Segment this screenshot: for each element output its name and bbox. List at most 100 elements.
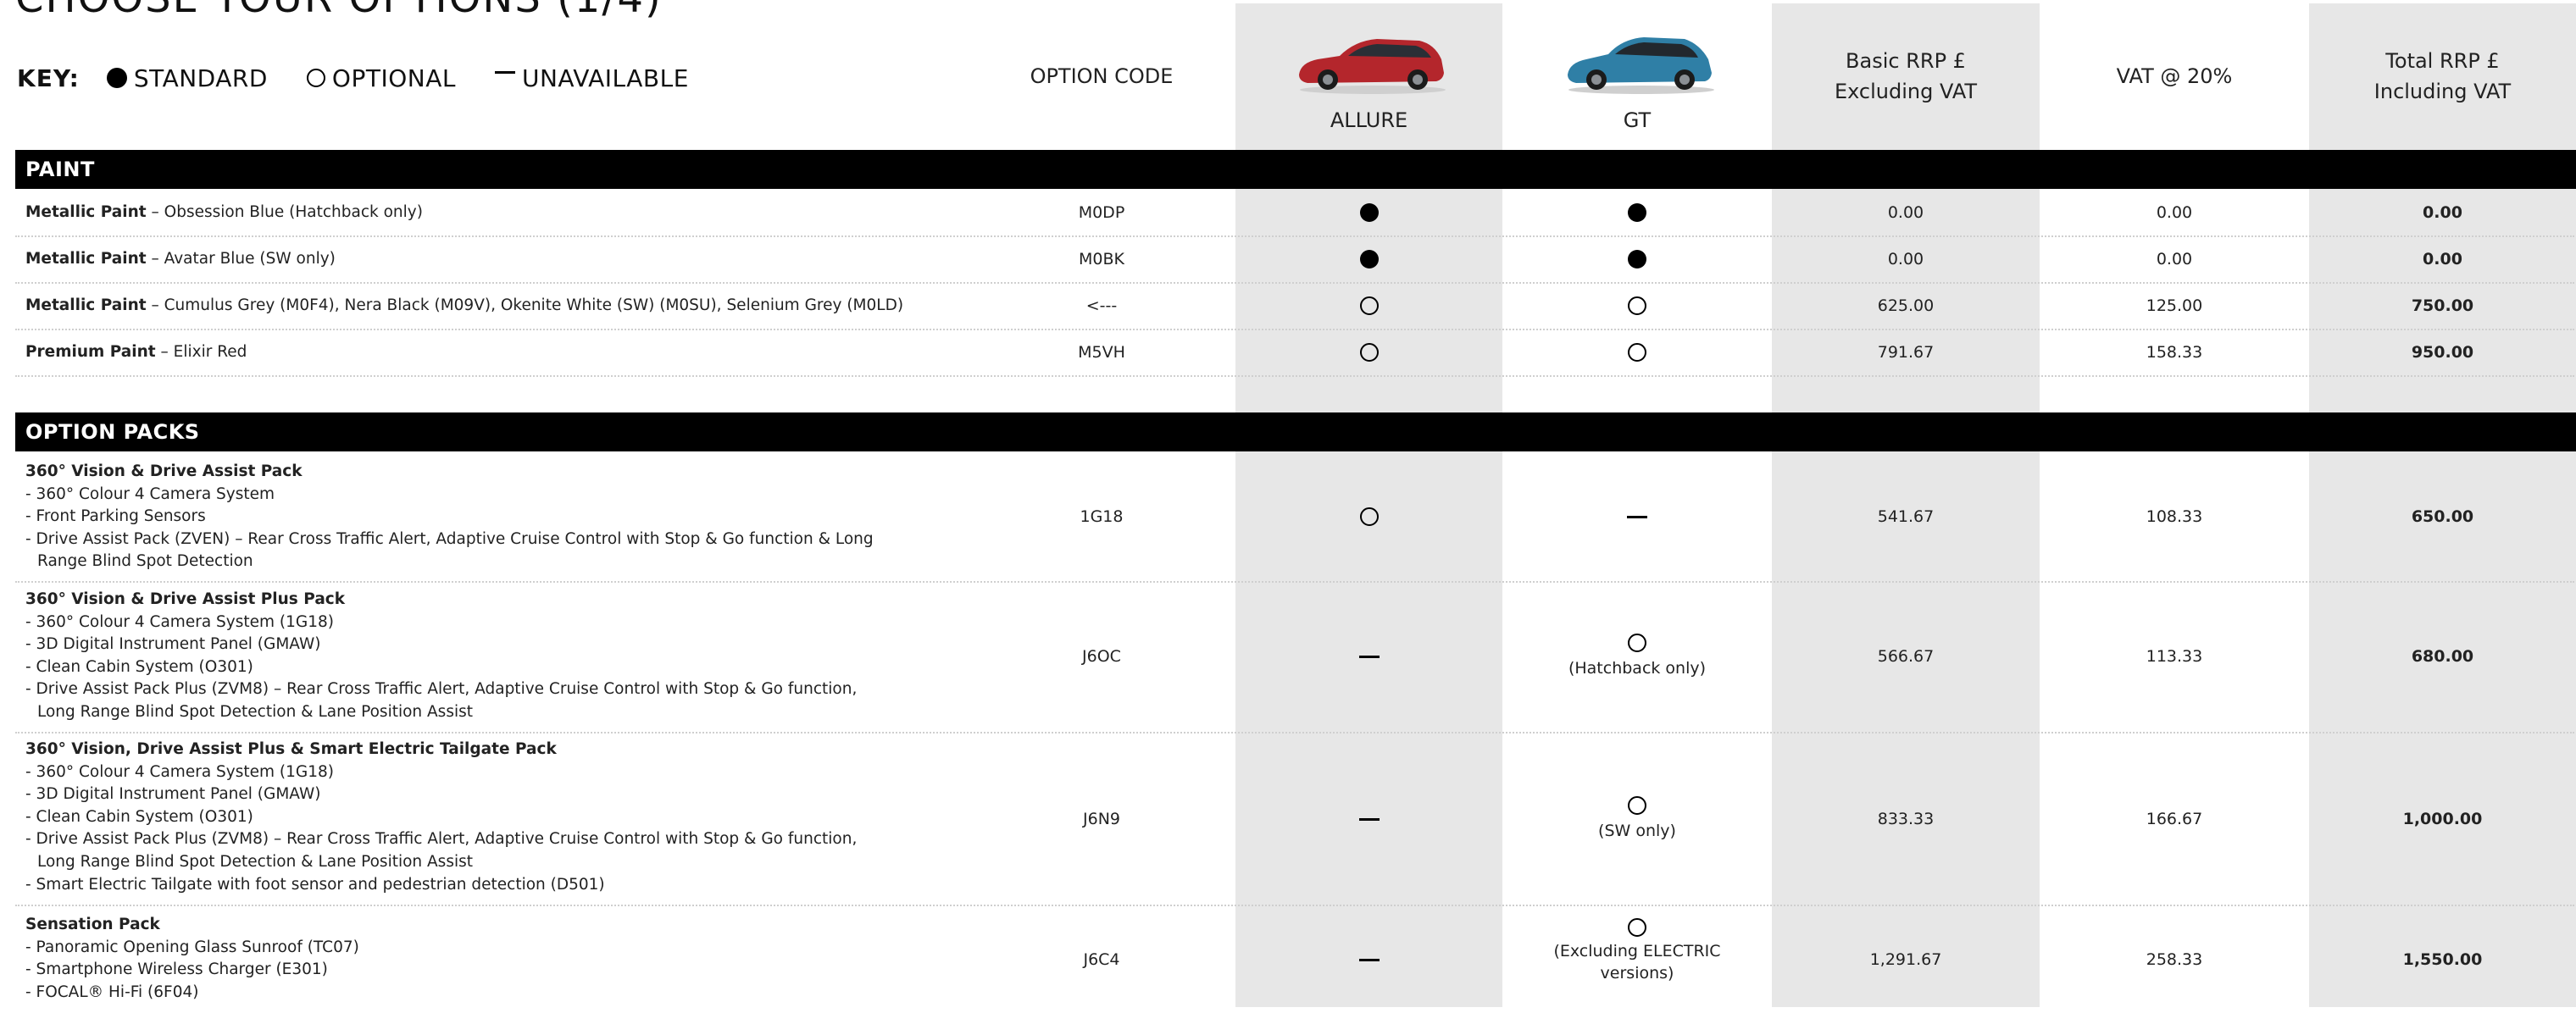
optional-icon bbox=[1359, 507, 1379, 526]
pack-row-description: 360° Vision, Drive Assist Plus & Smart E… bbox=[25, 740, 858, 894]
basic-price-cell: 0.00 bbox=[1887, 250, 1924, 268]
section-title-option-packs: OPTION PACKS bbox=[25, 420, 200, 444]
vat-cell: 0.00 bbox=[2156, 250, 2193, 268]
gt-availability bbox=[1503, 329, 1771, 375]
allure-header: ALLURE bbox=[1330, 108, 1408, 132]
unavailable-icon bbox=[1627, 515, 1647, 518]
legend-key: KEY: STANDARD OPTIONAL UNAVAILABLE bbox=[17, 61, 728, 95]
vat-cell: 166.67 bbox=[2146, 810, 2203, 828]
gt-availability bbox=[1503, 190, 1771, 235]
basic-rrp-header-line1: Basic RRP £ bbox=[1846, 49, 1966, 73]
allure-availability bbox=[1235, 452, 1502, 581]
option-code-cell: M0DP bbox=[1078, 203, 1125, 222]
key-unavailable: UNAVAILABLE bbox=[494, 64, 689, 92]
key-standard: STANDARD bbox=[106, 64, 268, 92]
optional-icon bbox=[1628, 296, 1646, 315]
optional-icon bbox=[1628, 796, 1646, 815]
allure-availability bbox=[1235, 236, 1502, 282]
key-label: KEY: bbox=[17, 64, 80, 92]
total-price-cell: 950.00 bbox=[2411, 343, 2474, 362]
paint-row-description: Metallic Paint – Obsession Blue (Hatchba… bbox=[25, 203, 423, 221]
gt-availability: (Hatchback only) bbox=[1503, 583, 1771, 730]
dash-icon bbox=[494, 70, 515, 74]
total-price-cell: 0.00 bbox=[2423, 203, 2462, 222]
pack-row-description: Sensation Pack - Panoramic Opening Glass… bbox=[25, 916, 359, 1001]
section-band-option-packs: OPTION PACKS bbox=[15, 412, 2576, 451]
allure-availability bbox=[1235, 906, 1502, 1013]
optional-icon bbox=[1359, 296, 1379, 315]
option-code-cell: <--- bbox=[1085, 296, 1118, 315]
basic-price-cell: 566.67 bbox=[1877, 647, 1935, 666]
option-code-cell: J6OC bbox=[1082, 647, 1121, 666]
unavailable-icon bbox=[1358, 655, 1380, 658]
row-separator bbox=[15, 375, 2574, 377]
vat-cell: 125.00 bbox=[2146, 296, 2203, 315]
key-standard-label: STANDARD bbox=[133, 64, 268, 92]
option-code-cell: J6C4 bbox=[1083, 950, 1120, 969]
gt-car-image bbox=[1568, 37, 1714, 94]
section-band-paint: PAINT bbox=[15, 150, 2576, 189]
vat-cell: 108.33 bbox=[2146, 507, 2203, 526]
optional-icon bbox=[1628, 343, 1646, 362]
allure-availability bbox=[1235, 329, 1502, 375]
basic-price-cell: 625.00 bbox=[1877, 296, 1935, 315]
pack-row-description: 360° Vision & Drive Assist Plus Pack - 3… bbox=[25, 590, 858, 721]
basic-rrp-header-line2: Excluding VAT bbox=[1834, 80, 1978, 103]
gt-header: GT bbox=[1623, 108, 1652, 132]
paint-row-description: Premium Paint – Elixir Red bbox=[25, 343, 247, 361]
allure-availability bbox=[1235, 735, 1502, 903]
availability-note: (SW only) bbox=[1598, 822, 1676, 840]
optional-icon bbox=[1627, 634, 1646, 652]
option-code-cell: M0BK bbox=[1079, 250, 1124, 268]
standard-icon bbox=[1359, 203, 1379, 222]
option-code-cell: 1G18 bbox=[1080, 507, 1124, 526]
optional-icon bbox=[1628, 918, 1646, 937]
total-rrp-header-line1: Total RRP £ bbox=[2385, 49, 2500, 73]
allure-car-image bbox=[1299, 39, 1446, 94]
availability-note: (Excluding ELECTRIC versions) bbox=[1553, 942, 1721, 983]
basic-price-cell: 0.00 bbox=[1887, 203, 1924, 222]
gt-availability bbox=[1503, 236, 1771, 282]
gt-availability bbox=[1503, 452, 1771, 581]
vat-header: VAT @ 20% bbox=[2116, 64, 2233, 88]
total-price-cell: 0.00 bbox=[2423, 250, 2462, 268]
pack-row-description: 360° Vision & Drive Assist Pack - 360° C… bbox=[25, 462, 874, 571]
section-title-paint: PAINT bbox=[25, 158, 95, 181]
option-code-cell: M5VH bbox=[1078, 343, 1125, 362]
total-price-cell: 680.00 bbox=[2411, 647, 2474, 666]
total-price-cell: 1,000.00 bbox=[2402, 810, 2483, 828]
standard-icon bbox=[1628, 250, 1646, 268]
basic-price-cell: 1,291.67 bbox=[1869, 950, 1942, 969]
option-code-cell: J6N9 bbox=[1083, 810, 1120, 828]
key-optional-label: OPTIONAL bbox=[331, 64, 456, 92]
unavailable-icon bbox=[1358, 817, 1380, 821]
option-code-header: OPTION CODE bbox=[1030, 64, 1174, 88]
allure-availability bbox=[1235, 190, 1502, 235]
vat-cell: 113.33 bbox=[2146, 647, 2203, 666]
allure-availability bbox=[1235, 283, 1502, 329]
row-separator bbox=[15, 732, 2574, 733]
paint-row-description: Metallic Paint – Avatar Blue (SW only) bbox=[25, 250, 336, 268]
basic-price-cell: 791.67 bbox=[1877, 343, 1935, 362]
total-rrp-header-line2: Including VAT bbox=[2373, 80, 2512, 103]
page-title: CHOOSE YOUR OPTIONS (1/4) bbox=[15, 0, 663, 22]
unavailable-icon bbox=[1358, 958, 1380, 961]
paint-row-description: Metallic Paint – Cumulus Grey (M0F4), Ne… bbox=[25, 296, 904, 314]
optional-icon bbox=[1359, 343, 1379, 362]
gt-availability: (Excluding ELECTRIC versions) bbox=[1503, 918, 1771, 1003]
basic-price-cell: 833.33 bbox=[1877, 810, 1935, 828]
filled-circle-icon bbox=[106, 68, 127, 88]
allure-availability bbox=[1235, 583, 1502, 730]
open-circle-icon bbox=[306, 69, 325, 87]
total-price-cell: 750.00 bbox=[2411, 296, 2474, 315]
vat-cell: 0.00 bbox=[2156, 203, 2193, 222]
basic-rrp-header: Basic RRP £ Excluding VAT bbox=[1772, 46, 2040, 107]
standard-icon bbox=[1628, 203, 1646, 222]
vat-cell: 258.33 bbox=[2146, 950, 2203, 969]
total-price-cell: 1,550.00 bbox=[2402, 950, 2483, 969]
vat-cell: 158.33 bbox=[2146, 343, 2203, 362]
total-rrp-header: Total RRP £ Including VAT bbox=[2309, 46, 2576, 107]
key-optional: OPTIONAL bbox=[306, 64, 456, 92]
key-unavailable-label: UNAVAILABLE bbox=[521, 64, 689, 92]
basic-price-cell: 541.67 bbox=[1877, 507, 1935, 526]
